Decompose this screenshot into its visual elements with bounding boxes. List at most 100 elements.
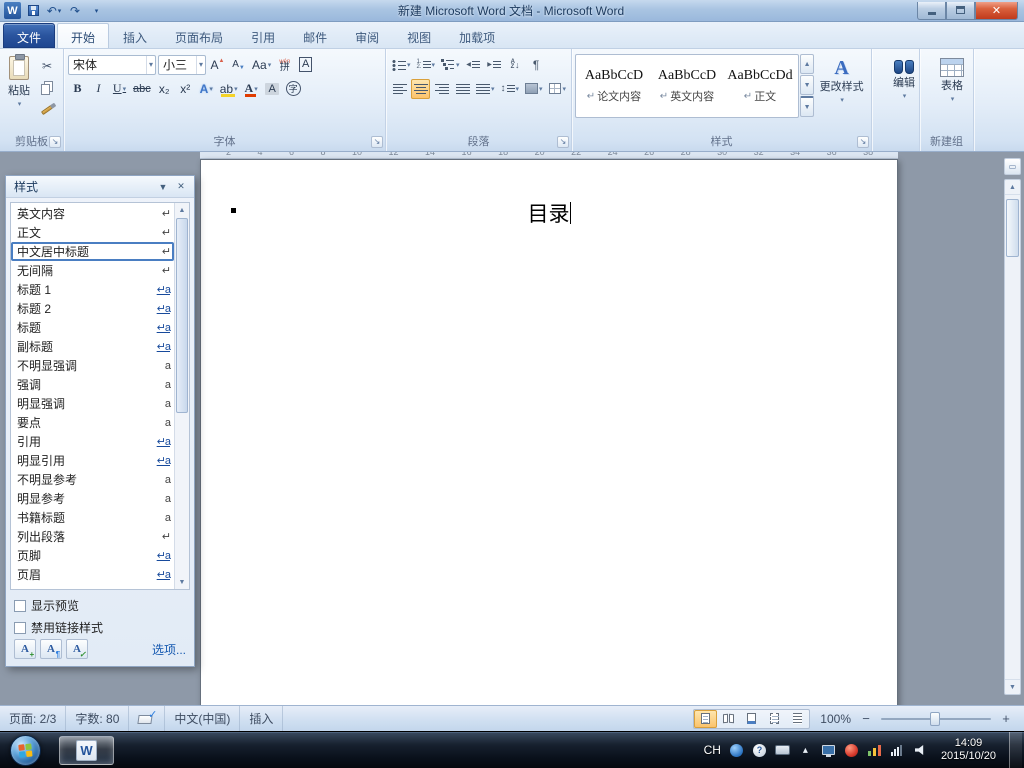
zoom-in-button[interactable]: +	[998, 711, 1014, 727]
line-spacing-button[interactable]: ↕ ▾	[499, 79, 522, 99]
grow-font-button[interactable]: A ▲	[208, 55, 227, 75]
font-size-select[interactable]: 小三 ▾	[158, 54, 206, 75]
ribbon-tab[interactable]: 加载项	[445, 22, 509, 48]
ribbon-tab[interactable]: 审阅	[341, 22, 393, 48]
gallery-scroll-down-button[interactable]: ▼	[800, 75, 815, 95]
ribbon-tab[interactable]: 页面布局	[161, 22, 237, 48]
style-list-item[interactable]: 明显引用 ↵a	[11, 451, 174, 470]
zoom-slider[interactable]	[881, 711, 991, 727]
scroll-down-button[interactable]: ▼	[1005, 679, 1020, 694]
scroll-down-button[interactable]: ▼	[175, 575, 189, 589]
multilevel-list-button[interactable]: ▾	[439, 55, 462, 75]
web-layout-view-button[interactable]	[740, 710, 763, 728]
zoom-slider-thumb[interactable]	[930, 711, 940, 726]
styles-pane-title-bar[interactable]: 样式 ▼ ✕	[6, 176, 194, 198]
font-name-select[interactable]: 宋体 ▾	[68, 54, 156, 75]
style-list-item[interactable]: 不明显强调 a	[11, 356, 174, 375]
change-styles-button[interactable]: A 更改样式 ▾	[814, 52, 869, 134]
gallery-scroll-up-button[interactable]: ▲	[800, 54, 815, 74]
decrease-indent-button[interactable]: ◀	[464, 55, 483, 75]
sort-button[interactable]: A Z ↓	[506, 55, 525, 75]
style-gallery-item[interactable]: AaBbCcD ↵ 英文内容	[651, 57, 723, 115]
word-count-indicator[interactable]: 字数: 80	[66, 706, 130, 731]
taskbar-word-button[interactable]: W	[59, 735, 114, 765]
performance-tray-icon[interactable]	[867, 743, 882, 758]
strikethrough-button[interactable]: abc	[131, 79, 153, 99]
ribbon-tab[interactable]: 邮件	[289, 22, 341, 48]
font-color-button[interactable]: A ▾	[242, 79, 261, 99]
style-list-item[interactable]: 强调 a	[11, 375, 174, 394]
style-list-item[interactable]: 标题 1 ↵a	[11, 280, 174, 299]
show-hidden-icons-button[interactable]: ▴	[798, 743, 813, 758]
ribbon-tab[interactable]: 插入	[109, 22, 161, 48]
signal-tray-icon[interactable]	[890, 743, 905, 758]
draft-view-button[interactable]	[786, 710, 809, 728]
view-ruler-toggle-button[interactable]: ▭	[1004, 158, 1021, 175]
outline-view-button[interactable]	[763, 710, 786, 728]
font-dialog-launcher[interactable]: ↘	[371, 136, 383, 148]
paste-button[interactable]: 粘贴 ▾	[3, 52, 35, 134]
close-button[interactable]: ✕	[975, 1, 1018, 20]
enclose-characters-button[interactable]: 字	[284, 79, 303, 99]
ribbon-tab[interactable]: 引用	[237, 22, 289, 48]
styles-dialog-launcher[interactable]: ↘	[857, 136, 869, 148]
table-button[interactable]: 表格 ▾	[923, 52, 981, 103]
style-list-item[interactable]: 页脚 ↵a	[11, 546, 174, 565]
network-monitor-icon[interactable]	[821, 743, 836, 758]
styles-pane-close-button[interactable]: ✕	[172, 179, 190, 195]
italic-button[interactable]: I	[89, 79, 108, 99]
style-list-item[interactable]: 中文居中标题 ↵	[11, 242, 174, 261]
show-desktop-button[interactable]	[1009, 732, 1022, 768]
tray-app-icon[interactable]	[729, 743, 744, 758]
style-list-item[interactable]: 要点 a	[11, 413, 174, 432]
style-list-item[interactable]: 页眉 ↵a	[11, 565, 174, 584]
language-indicator[interactable]: 中文(中国)	[165, 706, 241, 731]
align-center-button[interactable]	[411, 78, 430, 99]
align-left-button[interactable]	[390, 79, 409, 99]
start-button[interactable]	[10, 734, 41, 766]
scroll-up-button[interactable]: ▲	[175, 203, 189, 217]
fullscreen-reading-view-button[interactable]	[717, 710, 740, 728]
underline-button[interactable]: U ▾	[110, 79, 129, 99]
subscript-button[interactable]: x₂	[155, 79, 174, 99]
antivirus-tray-icon[interactable]	[844, 743, 859, 758]
zoom-out-button[interactable]: −	[858, 711, 874, 727]
styles-pane-scrollbar[interactable]: ▲ ▼	[174, 203, 189, 589]
styles-pane-menu-button[interactable]: ▼	[154, 179, 172, 195]
shrink-font-button[interactable]: A ▼	[229, 55, 248, 75]
cut-button[interactable]: ✂	[35, 56, 59, 75]
scroll-up-button[interactable]: ▲	[1005, 180, 1020, 195]
taskbar-clock[interactable]: 14:09 2015/10/20	[936, 737, 1001, 763]
ime-language-button[interactable]: CH	[704, 743, 721, 757]
style-inspector-button[interactable]: A ¶	[40, 639, 62, 659]
style-list-item[interactable]: 不明显参考 a	[11, 470, 174, 489]
shading-button[interactable]: ▾	[523, 79, 545, 99]
clipboard-dialog-launcher[interactable]: ↘	[49, 136, 61, 148]
character-shading-button[interactable]: A	[263, 79, 282, 99]
highlight-color-button[interactable]: ab ▾	[218, 79, 240, 99]
borders-button[interactable]: ▾	[547, 79, 569, 99]
style-list-item[interactable]: 标题 ↵a	[11, 318, 174, 337]
show-preview-checkbox[interactable]: 显示预览	[14, 597, 186, 614]
horizontal-ruler[interactable]: 2 4 6 8 10 12 14 16 18 20 22 24 26 28 30…	[200, 152, 898, 159]
character-border-button[interactable]: A	[296, 55, 315, 75]
insert-mode-indicator[interactable]: 插入	[240, 706, 284, 731]
new-style-button[interactable]: A +	[14, 639, 36, 659]
phonetic-guide-button[interactable]: wén 拼	[275, 55, 294, 75]
copy-button[interactable]	[35, 78, 59, 97]
change-case-button[interactable]: Aa ▾	[250, 55, 273, 75]
style-list-item[interactable]: 列出段落 ↵	[11, 527, 174, 546]
numbering-button[interactable]: 1. 2. ▾	[415, 55, 438, 75]
show-hide-marks-button[interactable]: ¶	[527, 55, 546, 75]
proofing-status-button[interactable]: ✓	[129, 706, 166, 731]
qat-customize-button[interactable]: ▾	[87, 2, 105, 19]
align-right-button[interactable]	[432, 79, 451, 99]
minimize-button[interactable]	[917, 1, 946, 20]
superscript-button[interactable]: x²	[176, 79, 195, 99]
disable-linked-styles-checkbox[interactable]: 禁用链接样式	[14, 619, 186, 636]
distribute-button[interactable]: ▾	[474, 79, 497, 99]
text-effects-button[interactable]: A ▾	[197, 79, 216, 99]
undo-button[interactable]: ↶ ▾	[45, 2, 63, 19]
word-app-icon[interactable]: W	[4, 2, 21, 19]
zoom-level[interactable]: 100%	[817, 712, 851, 726]
